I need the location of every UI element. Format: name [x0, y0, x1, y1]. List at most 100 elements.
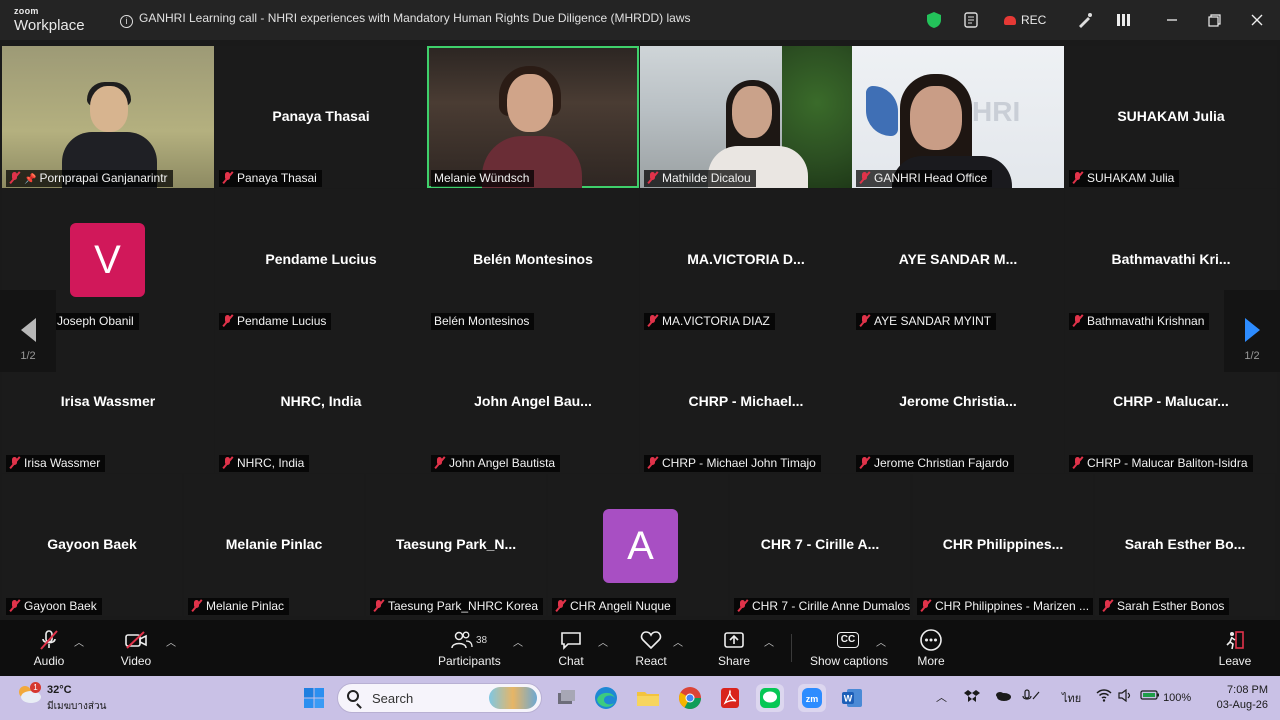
participant-tile[interactable]: CHR 7 - Cirille A... CHR 7 - Cirille Ann…: [730, 474, 910, 616]
participant-tile[interactable]: Pendame Lucius Pendame Lucius: [215, 189, 427, 331]
battery-indicator[interactable]: 100%: [1140, 689, 1191, 704]
participant-name-display: Gayoon Baek: [47, 536, 137, 552]
more-button[interactable]: More: [916, 628, 946, 668]
zoom-app-icon[interactable]: zm: [798, 684, 826, 712]
participant-name-label: CHR 7 - Cirille Anne Dumalos: [734, 598, 910, 615]
page-indicator: 1/2: [1244, 350, 1260, 362]
participant-tile[interactable]: Belén Montesinos Belén Montesinos: [427, 189, 639, 331]
participant-name-label: MA.VICTORIA DIAZ: [644, 313, 775, 330]
share-options-chevron-icon[interactable]: ︿: [764, 634, 774, 649]
video-options-chevron-icon[interactable]: ︿: [166, 634, 176, 649]
shield-icon[interactable]: [926, 10, 942, 30]
mic-muted-icon: [1102, 599, 1113, 612]
participant-tile[interactable]: Mathilde Dicalou: [640, 46, 852, 188]
mic-muted-icon: [222, 171, 233, 184]
participants-button[interactable]: 38 Participants: [438, 628, 501, 668]
participant-name-display: CHR 7 - Cirille A...: [760, 536, 880, 552]
participant-name-label: CHR Philippines - Marizen ...: [917, 598, 1093, 615]
view-layout-icon[interactable]: [1116, 10, 1132, 30]
mic-muted-icon: [1072, 171, 1083, 184]
participant-tile[interactable]: MA.VICTORIA D... MA.VICTORIA DIAZ: [640, 189, 852, 331]
chevron-left-icon: [20, 318, 36, 342]
taskbar-search-input[interactable]: Search: [337, 683, 542, 713]
participant-tile[interactable]: HRI GANHRI Head Office: [852, 46, 1064, 188]
notes-icon[interactable]: [962, 10, 980, 30]
pin-icon: 📌: [24, 174, 37, 185]
participant-tile[interactable]: Taesung Park_N... Taesung Park_NHRC Kore…: [366, 474, 546, 616]
show-captions-button[interactable]: CC Show captions: [810, 628, 888, 668]
minimize-icon[interactable]: [1166, 10, 1178, 30]
line-app-icon[interactable]: [756, 684, 784, 712]
participant-tile[interactable]: Panaya Thasai Panaya Thasai: [215, 46, 427, 188]
mic-muted-icon: [434, 456, 445, 469]
participant-tile[interactable]: Gayoon Baek Gayoon Baek: [2, 474, 182, 616]
leave-button[interactable]: Leave: [1218, 628, 1252, 668]
close-icon[interactable]: [1251, 10, 1263, 30]
participant-tile-active-speaker[interactable]: Melanie Wündsch: [427, 46, 639, 188]
participant-tile[interactable]: Sarah Esther Bo... Sarah Esther Bonos: [1095, 474, 1275, 616]
audio-button[interactable]: Audio: [30, 628, 68, 668]
react-label: React: [635, 654, 667, 668]
participant-tile[interactable]: AYE SANDAR M... AYE SANDAR MYINT: [852, 189, 1064, 331]
audio-options-chevron-icon[interactable]: ︿: [74, 634, 84, 649]
participant-tile[interactable]: 📌 Pornprapai Ganjanarintr: [2, 46, 214, 188]
info-icon[interactable]: i: [120, 15, 133, 28]
edge-browser-icon[interactable]: [592, 684, 620, 712]
participants-options-chevron-icon[interactable]: ︿: [513, 634, 523, 649]
participant-tile[interactable]: CHR Philippines... CHR Philippines - Mar…: [913, 474, 1093, 616]
weather-description: มีเมฆบางส่วน: [47, 701, 107, 712]
wifi-icon[interactable]: [1096, 689, 1112, 705]
participant-tile[interactable]: NHRC, India NHRC, India: [215, 331, 427, 473]
show-hidden-icons-chevron-icon[interactable]: ︿: [936, 689, 947, 705]
record-cloud-icon: [1004, 15, 1016, 25]
input-language[interactable]: ไทย: [1062, 689, 1081, 707]
chat-options-chevron-icon[interactable]: ︿: [598, 634, 608, 649]
system-clock[interactable]: 7:08 PM 03-Aug-26: [1217, 683, 1268, 713]
onedrive-icon[interactable]: [994, 689, 1012, 706]
mic-muted-icon: [920, 599, 931, 612]
participants-label: Participants: [438, 654, 501, 668]
participant-tile[interactable]: CHRP - Michael... CHRP - Michael John Ti…: [640, 331, 852, 473]
chat-button[interactable]: Chat: [556, 628, 586, 668]
previous-page-button[interactable]: 1/2: [0, 290, 56, 372]
volume-icon[interactable]: [1118, 688, 1134, 705]
participant-tile[interactable]: John Angel Bau... John Angel Bautista: [427, 331, 639, 473]
captions-options-chevron-icon[interactable]: ︿: [876, 634, 886, 649]
brand-bottom: Workplace: [14, 17, 85, 34]
more-dots-icon: [916, 628, 946, 652]
participant-name-display: John Angel Bau...: [474, 393, 592, 409]
next-page-button[interactable]: 1/2: [1224, 290, 1280, 372]
participant-name-label: Belén Montesinos: [431, 313, 535, 330]
file-explorer-icon[interactable]: [634, 684, 662, 712]
participant-tile[interactable]: Jerome Christia... Jerome Christian Faja…: [852, 331, 1064, 473]
participant-tile[interactable]: A CHR Angeli Nuque: [548, 474, 728, 616]
microphone-icon[interactable]: [1022, 689, 1040, 706]
temperature-text: 32°C: [47, 684, 72, 696]
title-bar: zoom Workplace i GANHRI Learning call - N…: [0, 0, 1280, 40]
chat-label: Chat: [558, 654, 584, 668]
participant-tile[interactable]: SUHAKAM Julia SUHAKAM Julia: [1065, 46, 1277, 188]
word-icon[interactable]: W: [838, 684, 866, 712]
leave-label: Leave: [1218, 654, 1252, 668]
meeting-title-text: GANHRI Learning call - NHRI experiences …: [139, 11, 691, 25]
battery-charging-icon: [1140, 690, 1159, 700]
chrome-icon[interactable]: [676, 684, 704, 712]
participant-tile[interactable]: Melanie Pinlac Melanie Pinlac: [184, 474, 364, 616]
participant-name-label: Joseph Obanil: [54, 313, 139, 330]
meeting-title[interactable]: i GANHRI Learning call - NHRI experiences…: [120, 11, 691, 28]
react-options-chevron-icon[interactable]: ︿: [673, 634, 683, 649]
task-view-icon[interactable]: [552, 684, 580, 712]
react-button[interactable]: React: [634, 628, 668, 668]
participant-name-label: NHRC, India: [219, 455, 310, 472]
mic-muted-icon: [373, 599, 384, 612]
acrobat-icon[interactable]: [716, 684, 744, 712]
video-button[interactable]: Video: [120, 628, 152, 668]
dropbox-icon[interactable]: [964, 689, 980, 706]
share-button[interactable]: Share: [718, 628, 750, 668]
annotate-icon[interactable]: [1076, 10, 1094, 30]
mic-muted-icon: [555, 599, 566, 612]
windows-start-icon[interactable]: [300, 684, 328, 712]
recording-indicator[interactable]: REC: [1004, 10, 1046, 30]
restore-icon[interactable]: [1208, 10, 1221, 30]
participants-count: 38: [475, 634, 488, 646]
